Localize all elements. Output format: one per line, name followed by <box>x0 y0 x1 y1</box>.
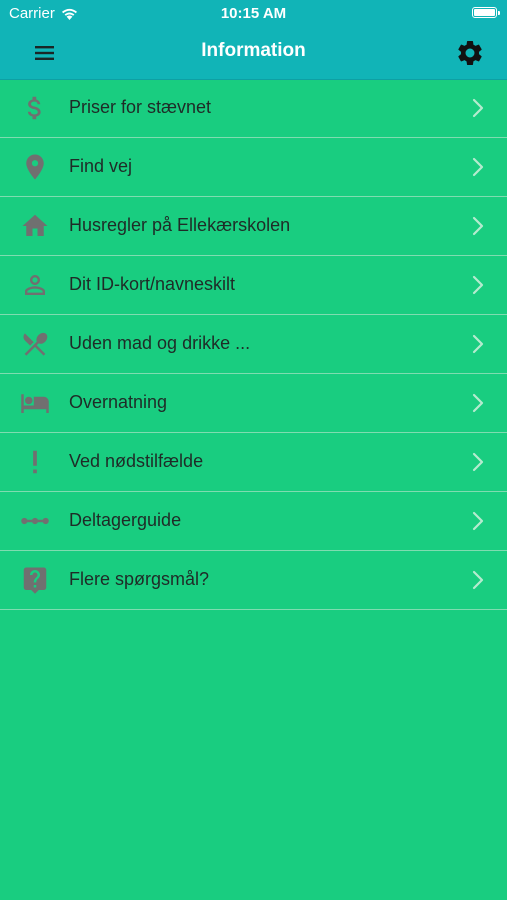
list-item-label: Deltagerguide <box>69 510 182 530</box>
list-item-label: Flere spørgsmål? <box>69 569 210 589</box>
chevron-right-icon <box>472 275 484 295</box>
app-header: Carrier 10:15 AM Information <box>0 0 507 80</box>
nav-bar: Information <box>0 28 507 78</box>
gear-icon <box>458 40 482 65</box>
list-item-emergency[interactable]: Ved nødstilfælde <box>0 433 507 492</box>
chevron-right-icon <box>472 98 484 118</box>
chevron-right-icon <box>472 452 484 472</box>
page-title: Information <box>201 40 306 61</box>
list-item-accommodation[interactable]: Overnatning <box>0 374 507 433</box>
list-item-label: Find vej <box>69 156 133 176</box>
chevron-right-icon <box>472 216 484 236</box>
list-item-id-card[interactable]: Dit ID-kort/navneskilt <box>0 256 507 315</box>
chevron-right-icon <box>472 334 484 354</box>
bed-icon <box>21 394 49 413</box>
list-item-more-questions[interactable]: Flere spørgsmål? <box>0 551 507 610</box>
fork-spoon-icon <box>23 332 48 356</box>
settings-button[interactable] <box>455 38 485 68</box>
dollar-icon <box>27 96 41 120</box>
dots-line-icon <box>21 517 49 525</box>
list-item-find-way[interactable]: Find vej <box>0 138 507 197</box>
list-item-food-drink[interactable]: Uden mad og drikke ... <box>0 315 507 374</box>
battery-icon <box>472 7 500 18</box>
list-item-participant-guide[interactable]: Deltagerguide <box>0 492 507 551</box>
list-item-label: Husregler på Ellekærskolen <box>69 215 291 235</box>
list-item-label: Priser for stævnet <box>69 97 212 117</box>
exclamation-icon <box>33 450 37 474</box>
chevron-right-icon <box>472 157 484 177</box>
person-icon <box>25 275 45 295</box>
list-item-label: Dit ID-kort/navneskilt <box>69 274 236 294</box>
map-pin-icon <box>26 154 44 180</box>
list-item-label: Uden mad og drikke ... <box>69 333 251 353</box>
list-item-house-rules[interactable]: Husregler på Ellekærskolen <box>0 197 507 256</box>
status-bar: Carrier 10:15 AM <box>0 0 507 28</box>
question-bubble-icon <box>23 567 47 594</box>
chevron-right-icon <box>472 393 484 413</box>
info-list: Priser for stævnet Find vej Husregler på… <box>0 79 507 610</box>
list-item-label: Ved nødstilfælde <box>69 451 204 471</box>
chevron-right-icon <box>472 511 484 531</box>
list-item-prices[interactable]: Priser for stævnet <box>0 79 507 138</box>
chevron-right-icon <box>472 570 484 590</box>
list-item-label: Overnatning <box>69 392 168 412</box>
house-icon <box>22 214 48 236</box>
status-time: 10:15 AM <box>220 5 287 22</box>
